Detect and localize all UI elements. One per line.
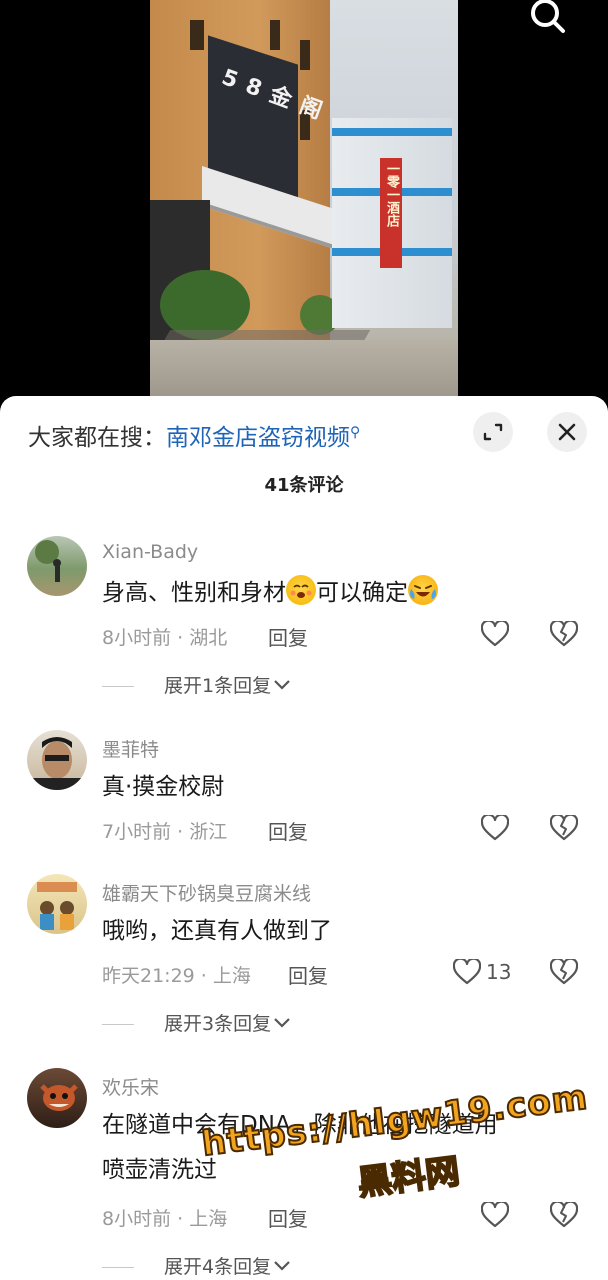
chevron-down-icon [271, 1256, 293, 1278]
heart-icon [480, 1200, 510, 1228]
comment-username[interactable]: Xian-Bady [102, 541, 198, 563]
like-count: 13 [486, 960, 512, 984]
watermark-text: 黑料网 [355, 1151, 463, 1205]
reply-button[interactable]: 回复 [268, 816, 308, 845]
red-vertical-sign: 一零一酒店 [380, 158, 402, 268]
broken-heart-icon [549, 1200, 579, 1228]
chevron-down-icon [271, 675, 293, 697]
avatar[interactable] [27, 1068, 87, 1128]
chevron-down-icon [271, 1013, 293, 1035]
avatar[interactable] [27, 730, 87, 790]
like-button[interactable] [452, 957, 482, 985]
comment-text: 哦哟，还真有人做到了 [102, 918, 332, 944]
avatar[interactable] [27, 874, 87, 934]
hot-search-prefix: 大家都在搜： [28, 425, 166, 451]
like-button[interactable] [480, 813, 510, 841]
reply-button[interactable]: 回复 [268, 622, 308, 651]
heart-icon [452, 957, 482, 985]
divider-line [102, 1267, 134, 1268]
like-button[interactable] [480, 619, 510, 647]
reply-button[interactable]: 回复 [288, 960, 328, 989]
laugh-cry-emoji-icon [408, 575, 438, 605]
search-button[interactable] [526, 0, 570, 36]
search-small-icon: ⚲ [350, 424, 361, 441]
comment-username[interactable]: 雄霸天下砂锅臭豆腐米线 [102, 879, 311, 906]
heart-icon [480, 619, 510, 647]
divider-line [102, 1024, 134, 1025]
comment-text: 真·摸金校尉 [102, 774, 225, 800]
divider-line [102, 686, 134, 687]
avatar[interactable] [27, 536, 87, 596]
fullscreen-comments-button[interactable] [473, 412, 513, 452]
expand-replies-button[interactable]: 展开4条回复 [102, 1252, 293, 1279]
search-icon [531, 0, 565, 33]
comment-meta: 7小时前 · 浙江 [102, 821, 228, 843]
comment-text-line-2: 喷壶清洗过 [102, 1157, 217, 1183]
close-comments-button[interactable] [547, 412, 587, 452]
broken-heart-icon [549, 619, 579, 647]
comment-username[interactable]: 欢乐宋 [102, 1073, 159, 1100]
expand-icon [483, 423, 503, 441]
expand-replies-button[interactable]: 展开3条回复 [102, 1009, 293, 1036]
comment-text: 身高、性别和身材 可以确定 [102, 573, 438, 613]
video-frame: 58金阁 一零一酒店 [150, 0, 458, 400]
broken-heart-icon [549, 957, 579, 985]
comment-meta: 8小时前 · 湖北 [102, 627, 228, 649]
dislike-button[interactable] [549, 1200, 579, 1228]
heart-icon [480, 813, 510, 841]
expand-replies-button[interactable]: 展开1条回复 [102, 671, 293, 698]
shy-face-emoji-icon [286, 575, 316, 605]
dislike-button[interactable] [549, 619, 579, 647]
comment-meta: 昨天21:29 · 上海 [102, 965, 251, 987]
comment-username[interactable]: 墨菲特 [102, 735, 159, 762]
comment-meta: 8小时前 · 上海 [102, 1208, 228, 1230]
road [150, 340, 458, 400]
dislike-button[interactable] [549, 813, 579, 841]
hot-search-keyword-link[interactable]: 南邓金店盗窃视频 [166, 425, 350, 451]
like-button[interactable] [480, 1200, 510, 1228]
close-icon [558, 423, 576, 441]
comment-count: 41条评论 [264, 475, 344, 496]
video-player[interactable]: 58金阁 一零一酒店 [0, 0, 608, 400]
broken-heart-icon [549, 813, 579, 841]
dislike-button[interactable] [549, 957, 579, 985]
hot-search-bar: 大家都在搜：南邓金店盗窃视频⚲ [28, 418, 360, 452]
